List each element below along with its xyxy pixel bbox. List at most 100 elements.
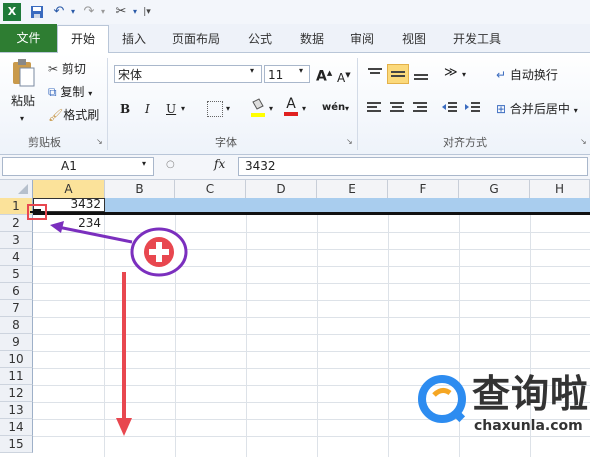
alignment-launcher-icon[interactable]: ↘ — [580, 137, 587, 146]
row-header-13[interactable]: 13 — [0, 402, 33, 419]
column-header-d[interactable]: D — [246, 180, 317, 198]
column-header-g[interactable]: G — [459, 180, 530, 198]
redo-dropdown-icon[interactable]: ▾ — [94, 3, 112, 21]
tab-developer[interactable]: 开发工具 — [444, 29, 510, 49]
font-launcher-icon[interactable]: ↘ — [346, 137, 353, 146]
row-header-6[interactable]: 6 — [0, 283, 33, 300]
paste-button[interactable]: 粘贴 — [11, 92, 35, 110]
align-top-icon[interactable] — [366, 66, 384, 82]
column-header-b[interactable]: B — [105, 180, 175, 198]
align-left-icon[interactable] — [366, 101, 382, 115]
cut-icon: ✂ — [48, 62, 59, 76]
select-all-corner[interactable] — [0, 180, 33, 198]
shrink-font-icon[interactable]: A▼ — [337, 66, 351, 87]
copy-dropdown-icon[interactable]: ▾ — [88, 89, 92, 98]
merge-center-button[interactable]: ⊞ 合并后居中 ▾ — [496, 100, 578, 120]
purple-arrow-icon — [48, 218, 138, 248]
underline-button[interactable]: U — [166, 100, 176, 118]
column-header-e[interactable]: E — [317, 180, 388, 198]
row-header-9[interactable]: 9 — [0, 334, 33, 351]
phonetic-guide-button[interactable]: wén — [322, 99, 345, 117]
fill-color-icon[interactable] — [250, 98, 266, 118]
phonetic-dropdown-icon[interactable]: ▾ — [345, 100, 349, 118]
row-header-5[interactable]: 5 — [0, 266, 33, 283]
excel-logo-icon[interactable]: X — [3, 3, 21, 21]
formula-input[interactable]: 3432 — [238, 157, 588, 176]
row-resize-border[interactable] — [33, 212, 590, 215]
tab-insert[interactable]: 插入 — [112, 29, 156, 49]
clipboard-launcher-icon[interactable]: ↘ — [96, 137, 103, 146]
row-header-10[interactable]: 10 — [0, 351, 33, 368]
align-bottom-icon[interactable] — [412, 66, 430, 82]
name-box-dropdown-icon[interactable]: ▾ — [142, 159, 146, 168]
row-header-14[interactable]: 14 — [0, 419, 33, 436]
tab-view[interactable]: 视图 — [392, 29, 436, 49]
watermark-brand: 查询啦 — [472, 372, 590, 416]
paste-icon[interactable] — [10, 58, 36, 88]
align-center-icon[interactable] — [389, 101, 405, 115]
row-header-4[interactable]: 4 — [0, 249, 33, 266]
borders-icon[interactable] — [207, 101, 223, 117]
row-header-8[interactable]: 8 — [0, 317, 33, 334]
borders-dropdown-icon[interactable]: ▾ — [226, 100, 230, 118]
insert-function-icon[interactable]: fx — [214, 157, 225, 171]
column-header-h[interactable]: H — [530, 180, 590, 198]
column-header-f[interactable]: F — [388, 180, 459, 198]
red-down-arrow-icon — [114, 270, 134, 440]
align-right-icon[interactable] — [412, 101, 428, 115]
merge-center-icon: ⊞ — [496, 102, 507, 116]
wrap-text-button[interactable]: ↵ 自动换行 — [496, 66, 558, 84]
wrap-text-label: 自动换行 — [509, 68, 558, 82]
decrease-indent-icon[interactable] — [442, 101, 458, 115]
font-size-select[interactable]: 11 — [264, 65, 310, 83]
save-icon[interactable] — [28, 3, 46, 21]
clipboard-group-label: 剪贴板 — [28, 136, 61, 149]
tab-page-layout[interactable]: 页面布局 — [164, 29, 228, 49]
copy-button[interactable]: ⧉ 复制 ▾ — [48, 83, 92, 103]
row-header-12[interactable]: 12 — [0, 385, 33, 402]
cut-button[interactable]: ✂ 剪切 — [48, 60, 86, 78]
font-color-dropdown-icon[interactable]: ▾ — [302, 100, 306, 118]
alignment-group-label: 对齐方式 — [443, 136, 487, 149]
row-header-15[interactable]: 15 — [0, 436, 33, 453]
row-header-11[interactable]: 11 — [0, 368, 33, 385]
tab-formulas[interactable]: 公式 — [238, 29, 282, 49]
wrap-text-icon: ↵ — [496, 68, 507, 82]
orientation-dropdown-icon[interactable]: ▾ — [462, 66, 466, 84]
watermark-logo-icon — [414, 373, 470, 429]
format-painter-label: 格式刷 — [63, 108, 100, 122]
format-painter-icon: 🖌 — [48, 108, 64, 122]
name-box[interactable]: A1 — [2, 157, 154, 176]
tab-review[interactable]: 审阅 — [340, 29, 384, 49]
underline-dropdown-icon[interactable]: ▾ — [181, 100, 185, 118]
gridline — [33, 249, 590, 250]
row-1-selection — [104, 198, 590, 212]
merge-center-label: 合并后居中 — [509, 102, 570, 116]
column-header-c[interactable]: C — [175, 180, 246, 198]
font-name-select[interactable]: 宋体 — [114, 65, 262, 83]
italic-button[interactable]: I — [145, 100, 150, 118]
bold-button[interactable]: B — [120, 100, 130, 118]
format-painter-button[interactable]: 🖌格式刷 — [48, 106, 99, 124]
formula-bar-splitter[interactable]: ○ — [166, 159, 175, 170]
merge-center-dropdown-icon[interactable]: ▾ — [574, 106, 578, 115]
tab-data[interactable]: 数据 — [290, 29, 334, 49]
font-name-dropdown-icon[interactable]: ▾ — [250, 66, 254, 75]
font-color-button[interactable]: A — [284, 96, 298, 116]
row-header-3[interactable]: 3 — [0, 232, 33, 249]
increase-indent-icon[interactable] — [465, 101, 481, 115]
gridline — [33, 266, 590, 267]
align-middle-icon[interactable] — [387, 64, 409, 84]
tab-home[interactable]: 开始 — [57, 25, 109, 54]
group-separator — [107, 58, 108, 150]
grow-font-icon[interactable]: A▲ — [316, 64, 332, 86]
tab-file[interactable]: 文件 — [0, 24, 57, 52]
group-separator — [357, 58, 358, 150]
fill-color-dropdown-icon[interactable]: ▾ — [269, 100, 273, 118]
row-header-7[interactable]: 7 — [0, 300, 33, 317]
paste-dropdown-icon[interactable]: ▾ — [20, 110, 24, 128]
copy-icon: ⧉ — [48, 85, 57, 99]
customize-icon[interactable]: |▾ — [138, 3, 156, 21]
orientation-icon[interactable]: ≫ — [444, 64, 458, 82]
font-size-dropdown-icon[interactable]: ▾ — [299, 66, 303, 75]
